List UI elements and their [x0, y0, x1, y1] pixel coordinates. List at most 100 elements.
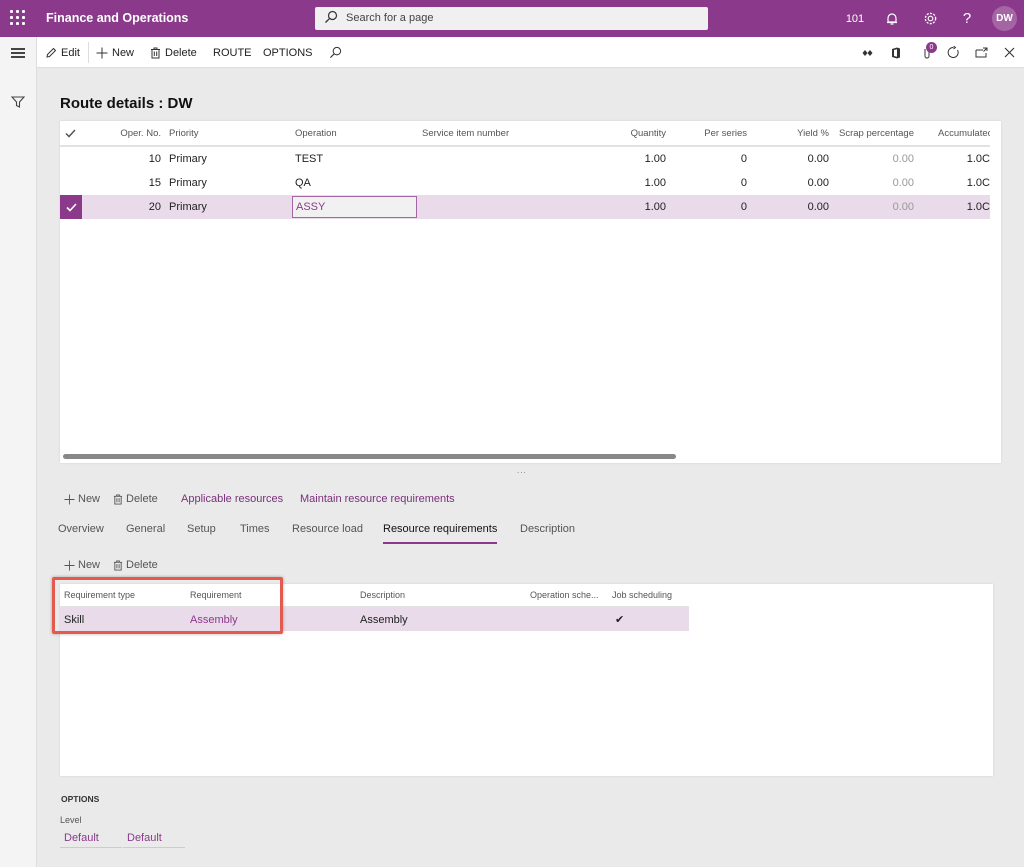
- app-launcher-icon[interactable]: [10, 10, 26, 26]
- power-apps-button[interactable]: [857, 37, 877, 68]
- app-title[interactable]: Finance and Operations: [46, 11, 188, 25]
- table-row-selected[interactable]: Skill Assembly Assembly ✔: [60, 608, 689, 631]
- accumulated-cell: 1.0C: [966, 153, 990, 165]
- column-header-operation-scheduling[interactable]: Operation sche...: [530, 584, 605, 606]
- column-header-scrap-percentage[interactable]: Scrap percentage: [839, 121, 929, 145]
- column-header-per-series[interactable]: Per series: [680, 121, 747, 145]
- tab-overview[interactable]: Overview: [58, 523, 104, 545]
- attachments-badge: 0: [926, 42, 937, 53]
- divider: [88, 42, 89, 63]
- per-series-cell: 0: [740, 201, 747, 213]
- tab-times[interactable]: Times: [240, 523, 270, 545]
- plus-icon: [64, 493, 75, 505]
- resource-requirements-grid: Requirement type Requirement Description…: [60, 584, 993, 776]
- operation-input[interactable]: ASSY: [292, 196, 417, 218]
- table-row[interactable]: 15 Primary QA 1.00 0 0.00 0.00 1.0C: [60, 171, 990, 195]
- applicable-resources-button[interactable]: Applicable resources: [181, 490, 283, 508]
- filter-button[interactable]: [10, 95, 26, 112]
- attachments-button[interactable]: 0: [917, 37, 937, 68]
- office-button[interactable]: [886, 37, 906, 68]
- action-pane: Edit New Delete ROUTE OPTIONS 0: [37, 37, 1024, 68]
- trash-icon: [113, 494, 123, 504]
- delete-label: Delete: [165, 46, 197, 59]
- horizontal-scrollbar[interactable]: [63, 454, 676, 459]
- column-header-service-item-number[interactable]: Service item number: [422, 121, 562, 145]
- column-header-description[interactable]: Description: [360, 584, 510, 606]
- quantity-cell: 1.00: [644, 153, 666, 165]
- column-header-accumulated[interactable]: Accumulatec: [938, 121, 990, 145]
- tab-resource-requirements[interactable]: Resource requirements: [383, 523, 498, 545]
- route-operations-grid: Oper. No. Priority Operation Service ite…: [60, 121, 1001, 463]
- plus-icon: [64, 559, 75, 571]
- accumulated-cell: 1.0C: [966, 201, 990, 213]
- help-button[interactable]: ?: [955, 0, 979, 37]
- open-new-window-button[interactable]: [971, 37, 991, 68]
- column-header-operation[interactable]: Operation: [295, 121, 415, 145]
- options-menu-button[interactable]: OPTIONS: [263, 37, 313, 68]
- checkmark-icon: [65, 128, 76, 138]
- maintain-resource-requirements-button[interactable]: Maintain resource requirements: [300, 490, 455, 508]
- accumulated-cell: 1.0C: [966, 177, 990, 189]
- table-row-selected[interactable]: 20 Primary ASSY 1.00 0 0.00 0.00 1.0C: [60, 195, 990, 219]
- requirement-new-button[interactable]: New: [64, 556, 100, 574]
- tab-description[interactable]: Description: [520, 523, 575, 545]
- row-select-checkbox[interactable]: [60, 195, 82, 219]
- priority-cell: Primary: [169, 177, 207, 189]
- tab-setup[interactable]: Setup: [187, 523, 216, 545]
- oper-no-cell: 20: [148, 201, 161, 213]
- delete-label: Delete: [126, 493, 158, 505]
- hamburger-menu-icon[interactable]: [11, 48, 25, 58]
- yield-cell: 0.00: [807, 153, 829, 165]
- level-label: Level: [60, 815, 82, 825]
- table-row[interactable]: 10 Primary TEST 1.00 0 0.00 0.00 1.0C: [60, 147, 990, 171]
- tab-resource-load[interactable]: Resource load: [292, 523, 363, 545]
- operation-cell[interactable]: QA: [295, 171, 415, 195]
- scrap-cell: 0.00: [892, 201, 914, 213]
- grid-header: Requirement type Requirement Description…: [60, 584, 689, 608]
- requirement-cell[interactable]: Assembly: [190, 608, 310, 631]
- close-button[interactable]: [999, 37, 1019, 68]
- new-label: New: [78, 493, 101, 505]
- notifications-button[interactable]: [880, 0, 904, 37]
- column-header-requirement-type[interactable]: Requirement type: [64, 584, 184, 606]
- new-button[interactable]: New: [96, 37, 134, 68]
- bell-icon: [887, 12, 897, 25]
- requirement-delete-button[interactable]: Delete: [113, 556, 158, 574]
- refresh-button[interactable]: [943, 37, 963, 68]
- refresh-icon: [947, 46, 959, 58]
- column-header-quantity[interactable]: Quantity: [600, 121, 666, 145]
- column-header-priority[interactable]: Priority: [169, 121, 279, 145]
- diamond-links-icon: [862, 49, 872, 56]
- column-header-job-scheduling[interactable]: Job scheduling: [612, 584, 687, 606]
- column-header-oper-no[interactable]: Oper. No.: [100, 121, 161, 145]
- delete-button[interactable]: Delete: [150, 37, 197, 68]
- scrap-cell: 0.00: [892, 153, 914, 165]
- new-label: New: [112, 46, 135, 59]
- lines-new-button[interactable]: New: [64, 490, 100, 508]
- plus-icon: [96, 47, 108, 58]
- oper-no-cell: 15: [148, 177, 161, 189]
- lines-delete-button[interactable]: Delete: [113, 490, 158, 508]
- pencil-icon: [46, 47, 57, 58]
- popout-icon: [975, 47, 987, 58]
- settings-button[interactable]: [918, 0, 942, 37]
- level-field[interactable]: Default: [123, 828, 185, 848]
- search-input[interactable]: Search for a page: [315, 7, 708, 30]
- pane-splitter-handle[interactable]: ...: [517, 466, 527, 475]
- avatar[interactable]: DW: [992, 6, 1017, 31]
- new-label: New: [78, 559, 101, 571]
- column-header-requirement[interactable]: Requirement: [190, 584, 310, 606]
- page-title: Route details : DW: [60, 95, 193, 112]
- column-header-yield[interactable]: Yield %: [760, 121, 829, 145]
- edit-button[interactable]: Edit: [45, 37, 80, 68]
- job-scheduling-checkbox[interactable]: ✔: [615, 608, 645, 631]
- route-menu-button[interactable]: ROUTE: [213, 37, 252, 68]
- description-cell: Assembly: [360, 613, 408, 626]
- level-field[interactable]: Default: [60, 828, 122, 848]
- select-all-checkbox[interactable]: [65, 121, 79, 145]
- operation-cell[interactable]: TEST: [295, 147, 415, 171]
- company-picker[interactable]: 101: [840, 0, 870, 37]
- tab-general[interactable]: General: [126, 523, 165, 545]
- options-section-title: OPTIONS: [61, 794, 100, 804]
- action-search-button[interactable]: [329, 37, 346, 68]
